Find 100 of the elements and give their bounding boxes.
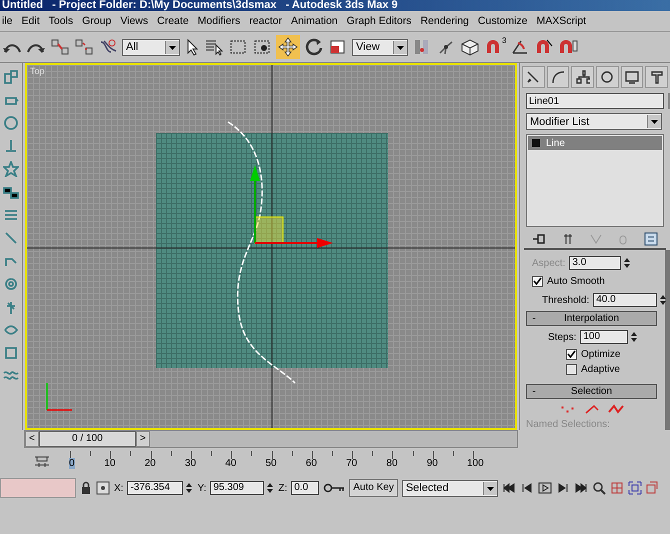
x-coordinate-field[interactable]: -376.354 xyxy=(127,481,184,495)
window-crossing-icon[interactable] xyxy=(252,38,272,56)
display-icon[interactable] xyxy=(625,70,640,84)
menu-item[interactable]: Animation xyxy=(290,15,338,27)
dropdown-caret-icon[interactable] xyxy=(647,115,661,128)
select-by-name-icon[interactable] xyxy=(204,38,224,56)
auto-smooth-checkbox[interactable] xyxy=(532,276,543,287)
maxscript-listener-field[interactable] xyxy=(0,478,76,498)
zoom-all-icon[interactable] xyxy=(610,481,624,495)
link-icon[interactable] xyxy=(50,38,70,56)
collapse-sign[interactable]: - xyxy=(527,386,541,397)
hierarchy-icon[interactable] xyxy=(576,70,590,84)
aspect-field[interactable]: 3.0 xyxy=(569,256,622,270)
menu-item[interactable]: ile xyxy=(2,15,13,27)
spline-curve[interactable] xyxy=(228,121,296,384)
show-result-icon[interactable] xyxy=(562,232,574,245)
curve-editor-icon[interactable] xyxy=(34,454,50,468)
lock-icon[interactable] xyxy=(80,481,92,495)
create-icon[interactable] xyxy=(526,70,540,84)
dropdown-caret-icon[interactable] xyxy=(482,482,497,494)
dropdown-caret-icon[interactable] xyxy=(165,40,179,54)
rollout-header[interactable]: - Interpolation xyxy=(526,311,657,326)
rollout-header[interactable]: - Selection xyxy=(526,384,657,399)
gear-icon[interactable] xyxy=(3,276,19,292)
percent-snap-icon[interactable] xyxy=(534,38,554,56)
spinner-arrows-icon[interactable] xyxy=(630,331,638,343)
spinner-arrows-icon[interactable] xyxy=(185,482,194,494)
object-name-field[interactable]: Line01 xyxy=(526,93,664,109)
dropdown-caret-icon[interactable] xyxy=(393,40,407,54)
modifier-list-dropdown[interactable]: Modifier List xyxy=(526,113,662,130)
zoom-extents-all-icon[interactable] xyxy=(646,481,658,495)
steps-field[interactable]: 100 xyxy=(580,330,628,344)
pin-icon[interactable] xyxy=(532,232,546,245)
menu-item[interactable]: Tools xyxy=(48,15,74,27)
x-axis-arrow[interactable] xyxy=(255,238,333,248)
motion-icon[interactable] xyxy=(600,70,614,84)
panel-tab[interactable] xyxy=(522,66,545,88)
selection-filter-dropdown[interactable]: All xyxy=(122,38,180,56)
time-slider-thumb[interactable]: 0 / 100 xyxy=(38,431,136,447)
menu-item[interactable]: Group xyxy=(82,15,112,27)
menu-item[interactable]: Edit xyxy=(22,15,40,27)
menu-item[interactable]: Views xyxy=(120,15,148,27)
time-slider-track[interactable]: < 0 / 100 > xyxy=(24,430,518,448)
auto-key-button[interactable]: Auto Key xyxy=(349,479,398,497)
previous-key-icon[interactable] xyxy=(520,482,534,494)
next-frame-button[interactable]: > xyxy=(136,431,150,447)
key-filter-dropdown[interactable]: Selected xyxy=(402,480,498,496)
z-coordinate-field[interactable]: 0.0 xyxy=(291,481,320,495)
transform-mode-icon[interactable] xyxy=(96,481,110,495)
menu-item[interactable]: MAXScript xyxy=(536,15,586,27)
keyboard-override-icon[interactable] xyxy=(460,38,480,56)
panel-tab[interactable] xyxy=(596,66,619,88)
snap-magnet-icon[interactable] xyxy=(484,38,502,56)
collapse-sign[interactable]: - xyxy=(527,313,541,324)
y-coordinate-field[interactable]: 95.309 xyxy=(210,481,264,495)
spinner-arrows-icon[interactable] xyxy=(659,294,668,306)
next-key-icon[interactable] xyxy=(556,482,570,494)
go-to-end-icon[interactable] xyxy=(574,482,588,494)
menu-item[interactable]: Customize xyxy=(478,15,528,27)
zoom-extents-icon[interactable] xyxy=(628,481,642,495)
track-bar[interactable]: 0 10 20 30 40 50 60 70 80 90 100 xyxy=(70,449,520,473)
box-icon[interactable] xyxy=(3,69,19,85)
gizmo-plane-handle[interactable] xyxy=(254,216,284,244)
modify-icon[interactable] xyxy=(551,70,565,84)
utilities-icon[interactable] xyxy=(650,70,664,84)
menu-item[interactable]: Graph Editors xyxy=(346,15,412,27)
play-icon[interactable] xyxy=(538,482,552,494)
steps-label: Steps: xyxy=(548,332,576,342)
option-checkbox[interactable] xyxy=(566,349,577,360)
menu-item[interactable]: reactor xyxy=(249,15,282,27)
previous-frame-button[interactable]: < xyxy=(25,431,39,447)
panel-tab[interactable] xyxy=(546,66,570,88)
spline-mode-icon[interactable] xyxy=(608,403,624,415)
spinner-arrows-icon[interactable] xyxy=(266,482,274,494)
zoom-icon[interactable] xyxy=(592,481,606,495)
spinner-snap-icon[interactable] xyxy=(558,38,578,56)
rectangle-select-icon[interactable] xyxy=(228,38,248,56)
unlink-icon[interactable] xyxy=(74,38,94,56)
star-icon[interactable] xyxy=(3,161,19,177)
rotate-icon[interactable] xyxy=(304,37,324,57)
panel-tab[interactable] xyxy=(645,66,668,88)
rollout-title: Selection xyxy=(570,386,614,397)
threshold-field[interactable]: 40.0 xyxy=(593,293,658,307)
frame-number: 70 xyxy=(346,458,358,469)
reference-coordinate-dropdown[interactable]: View xyxy=(352,38,408,56)
panel-tab[interactable] xyxy=(571,66,594,88)
option-checkbox[interactable] xyxy=(566,364,577,375)
go-to-start-icon[interactable] xyxy=(502,482,516,494)
configure-sets-icon[interactable] xyxy=(644,232,658,246)
stack-item[interactable]: Line xyxy=(528,136,662,150)
menu-item[interactable]: Modifiers xyxy=(198,15,240,27)
menu-item[interactable]: Rendering xyxy=(420,15,469,27)
move-button[interactable] xyxy=(276,35,300,59)
key-icon[interactable] xyxy=(323,483,346,493)
panel-tab[interactable] xyxy=(620,66,644,88)
segment-mode-icon[interactable] xyxy=(584,403,600,415)
y-axis-arrow[interactable] xyxy=(250,165,260,243)
named-selections-label: Named Selections: xyxy=(526,419,611,430)
spinner-arrows-icon[interactable] xyxy=(623,257,632,269)
menu-item[interactable]: Create xyxy=(157,15,189,27)
